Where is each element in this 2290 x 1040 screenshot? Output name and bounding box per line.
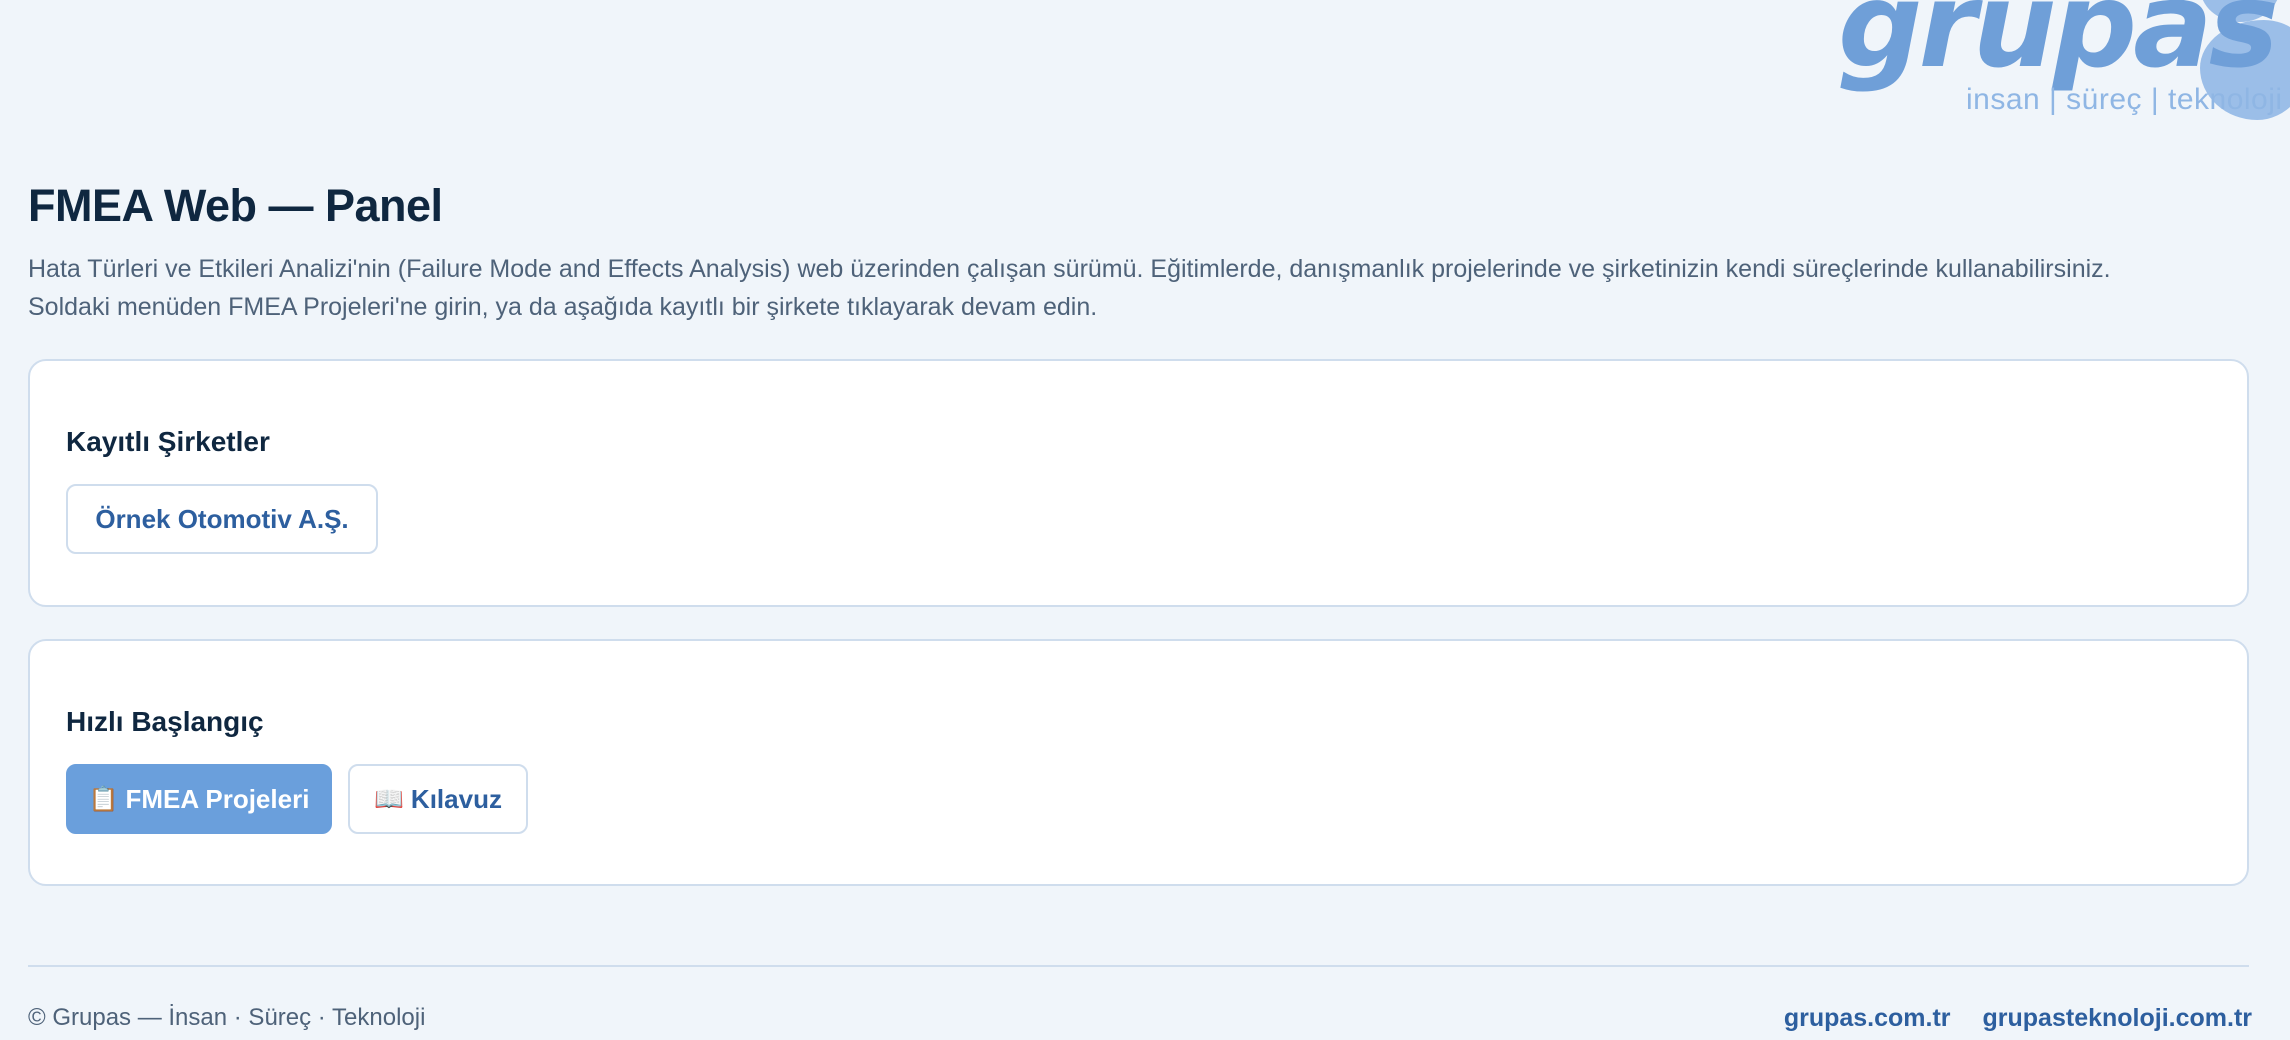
guide-button-label: Kılavuz (410, 783, 502, 814)
book-icon: 📖 (374, 785, 404, 813)
company-button-ornek-otomotiv[interactable]: Örnek Otomotiv A.Ş. (66, 484, 378, 554)
fmea-projects-button-label: FMEA Projeleri (125, 783, 310, 814)
clipboard-icon: 📋 (88, 785, 119, 813)
quick-start-heading: Hızlı Başlangıç (66, 706, 264, 737)
footer-links: grupas.com.tr grupasteknoloji.com.tr (1784, 1004, 2252, 1033)
page-title: FMEA Web — Panel (28, 180, 443, 231)
grupas-logo: grupas insan | süreç | teknoloji (1800, 0, 2290, 130)
registered-companies-heading: Kayıtlı Şirketler (66, 426, 270, 457)
page-description: Hata Türleri ve Etkileri Analizi'nin (Fa… (28, 250, 2268, 326)
footer-divider (28, 965, 2249, 967)
quick-start-card: Hızlı Başlangıç 📋 FMEA Projeleri 📖 Kılav… (28, 639, 2249, 886)
footer-link-grupasteknoloji[interactable]: grupasteknoloji.com.tr (1983, 1004, 2252, 1033)
logo-wordmark: grupas (1838, 0, 2279, 94)
logo-tagline: insan | süreç | teknoloji (1966, 83, 2283, 116)
guide-button[interactable]: 📖 Kılavuz (348, 764, 528, 834)
footer-copyright: © Grupas — İnsan · Süreç · Teknoloji (28, 1004, 426, 1031)
footer-link-grupas[interactable]: grupas.com.tr (1784, 1004, 1951, 1033)
page-description-line-2: Soldaki menüden FMEA Projeleri'ne girin,… (28, 293, 1098, 321)
fmea-projects-button[interactable]: 📋 FMEA Projeleri (66, 764, 332, 834)
registered-companies-card: Kayıtlı Şirketler Örnek Otomotiv A.Ş. (28, 359, 2249, 607)
page-description-line-1: Hata Türleri ve Etkileri Analizi'nin (Fa… (28, 255, 2111, 283)
